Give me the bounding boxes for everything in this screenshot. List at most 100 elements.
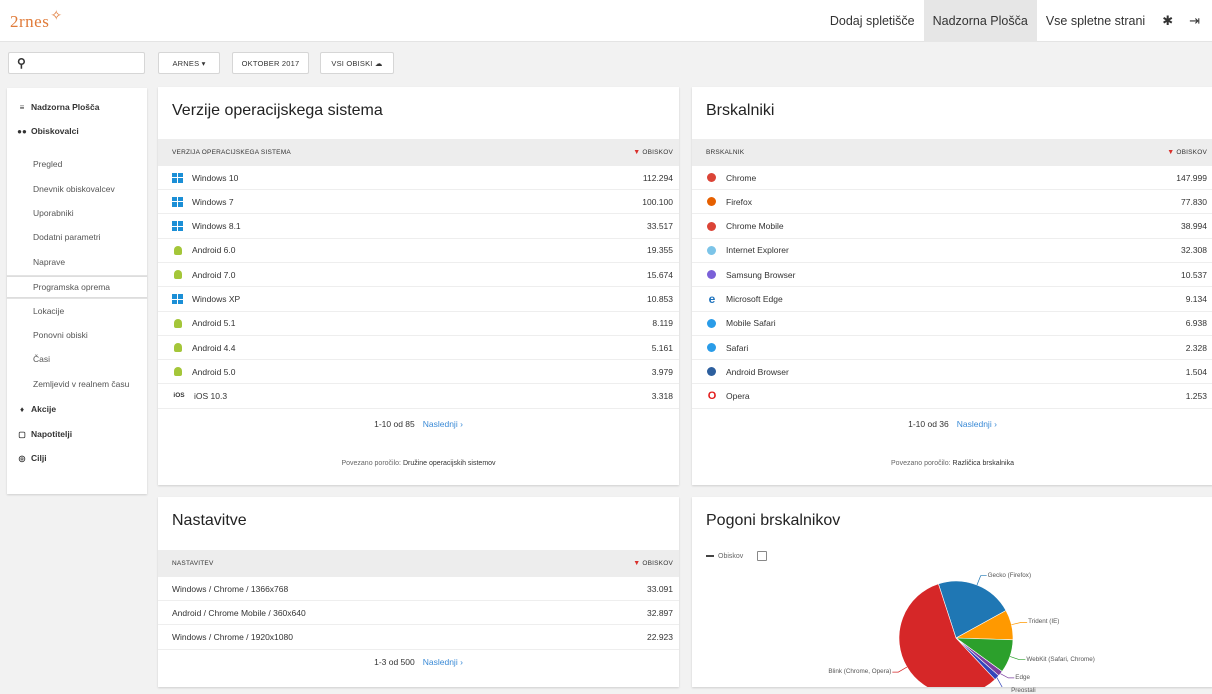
sidebar-item-realtime-map[interactable]: Zemljevid v realnem času (7, 374, 147, 394)
sidebar-item-overview[interactable]: Pregled (7, 154, 147, 174)
row-name: Windows 10 (192, 172, 239, 183)
browser-engines-card: Pogoni brskalnikov Obiskov Gecko (Firefo… (692, 497, 1212, 694)
segment-selector[interactable]: VSI OBISKI ☁ (320, 52, 394, 74)
row-value: 32.308 (1181, 245, 1207, 256)
site-selector[interactable]: ARNES ▾ (158, 52, 220, 74)
android-icon (174, 270, 182, 280)
sidebar-item-dashboard[interactable]: ≡ Nadzorna Plošča (7, 99, 147, 115)
related-report-prefix: Povezano poročilo: (341, 460, 401, 467)
row-value: 10.537 (1181, 269, 1207, 280)
logo[interactable]: 2rnes ✧ (10, 6, 63, 34)
table-row[interactable]: Android Browser 1.504 (692, 360, 1212, 385)
browsers-card: Brskalniki BRSKALNIK ▼ OBISKOV Chrome 147.… (692, 87, 1212, 485)
table-row[interactable]: Samsung Browser 10.537 (692, 263, 1212, 288)
sidebar-item-label: Akcije (31, 404, 57, 414)
row-label: Windows 7 (172, 196, 234, 207)
sidebar-item-custom-dimensions[interactable]: Dodatni parametri (7, 227, 147, 247)
table-row[interactable]: Windows 7 100.100 (158, 190, 679, 215)
table-row[interactable]: Chrome 147.999 (692, 166, 1212, 190)
row-value: 33.091 (647, 583, 673, 594)
search-input[interactable]: ⚲ (8, 52, 145, 74)
table-row[interactable]: Firefox 77.830 (692, 190, 1212, 215)
table-row[interactable]: Android / Chrome Mobile / 360x640 32.897 (158, 601, 679, 626)
column-header-label: OBISKOV (642, 149, 673, 156)
chrome-icon (707, 221, 716, 231)
column-header[interactable]: BRSKALNIK (706, 149, 744, 156)
row-value: 10.853 (647, 294, 673, 304)
sidebar-item-devices[interactable]: Naprave (7, 252, 147, 272)
pie-chart (892, 575, 1028, 687)
settings-card: Nastavitve NASTAVITEV ▼ OBISKOV Windows /… (158, 497, 679, 687)
sidebar-item-visitor-log[interactable]: Dnevnik obiskovalcev (7, 179, 147, 199)
table-row[interactable]: iOS iOS 10.3 3.318 (158, 385, 679, 409)
logo-star-icon: ✧ (50, 6, 63, 23)
table-row[interactable]: Windows / Chrome / 1366x768 33.091 (158, 577, 679, 601)
row-label: Android 7.0 (172, 270, 235, 280)
logout-icon[interactable]: ⇥ (1181, 0, 1212, 42)
row-label: Firefox (706, 197, 752, 207)
row-name: Android 5.0 (192, 366, 236, 377)
sidebar-item-label: Obiskovalci (31, 126, 79, 136)
sidebar-item-actions[interactable]: ♦ Akcije (7, 401, 147, 417)
table-row[interactable]: Android 5.1 8.119 (158, 312, 679, 336)
row-name: Opera (726, 391, 750, 402)
table-row[interactable]: e Microsoft Edge 9.134 (692, 288, 1212, 312)
top-nav: Dodaj spletišče Nadzorna Plošča Vse sple… (821, 0, 1212, 42)
sidebar-item-visitors[interactable]: ●● Obiskovalci (7, 123, 147, 139)
table-row[interactable]: Android 7.0 15.674 (158, 263, 679, 288)
period-selector[interactable]: OKTOBER 2017 (232, 52, 309, 74)
row-name: Android 4.4 (192, 342, 236, 353)
row-name: Chrome Mobile (726, 221, 784, 232)
related-report-link[interactable]: Različica brskalnika (953, 460, 1014, 467)
sidebar-item-times[interactable]: Časi (7, 349, 147, 369)
table-row[interactable]: Mobile Safari 6.938 (692, 312, 1212, 336)
related-report-link[interactable]: Družine operacijskih sistemov (403, 460, 496, 467)
sidebar-item-label: Nadzorna Plošča (31, 102, 100, 112)
row-value: 1.253 (1185, 391, 1207, 402)
gear-icon[interactable]: ✱ (1154, 0, 1181, 42)
column-header[interactable]: NASTAVITEV (172, 560, 214, 567)
next-page-link[interactable]: Naslednji › (957, 419, 997, 429)
table-row[interactable]: Windows XP 10.853 (158, 288, 679, 312)
nav-dashboard[interactable]: Nadzorna Plošča (923, 0, 1037, 42)
table-row[interactable]: Windows 10 112.294 (158, 166, 679, 190)
row-value: 5.161 (651, 342, 673, 353)
table-row[interactable]: Android 4.4 5.161 (158, 336, 679, 361)
next-page-link[interactable]: Naslednji › (423, 419, 463, 429)
table-row[interactable]: O Opera 1.253 (692, 385, 1212, 409)
sidebar-item-users[interactable]: Uporabniki (7, 203, 147, 223)
table-row[interactable]: Windows 8.1 33.517 (158, 215, 679, 239)
table-row[interactable]: Internet Explorer 32.308 (692, 239, 1212, 263)
sidebar-item-goals[interactable]: ◎ Cilji (7, 450, 147, 466)
row-value: 3.979 (651, 366, 673, 377)
table-row[interactable]: Android 5.0 3.979 (158, 360, 679, 385)
pie-label: Blink (Chrome, Opera) (828, 668, 892, 676)
sort-column-header[interactable]: ▼ OBISKOV (1167, 149, 1207, 156)
table-row[interactable]: Chrome Mobile 38.994 (692, 215, 1212, 239)
referrers-icon: ▢ (18, 429, 26, 439)
table-row[interactable]: Android 6.0 19.355 (158, 239, 679, 263)
row-name: Android 6.0 (192, 245, 236, 256)
table-row[interactable]: Windows / Chrome / 1920x1080 22.923 (158, 626, 679, 650)
pie-label: Gecko (Firefox) (987, 571, 1032, 579)
row-name: Windows 8.1 (192, 221, 241, 232)
android-icon (174, 245, 182, 255)
sidebar-item-software[interactable]: Programska oprema (7, 276, 147, 298)
sidebar-item-referrers[interactable]: ▢ Napotitelji (7, 426, 147, 442)
nav-add-site[interactable]: Dodaj spletišče (821, 0, 924, 42)
column-header[interactable]: VERZIJA OPERACIJSKEGA SISTEMA (172, 149, 291, 156)
table-row[interactable]: Safari 2.328 (692, 336, 1212, 361)
sidebar-item-locations[interactable]: Lokacije (7, 301, 147, 321)
row-label: Windows XP (172, 294, 240, 304)
sidebar: ≡ Nadzorna Plošča ●● Obiskovalci Pregled… (7, 88, 147, 494)
row-value: 6.938 (1185, 318, 1207, 329)
pie-label-line (996, 677, 1003, 687)
nav-all-websites[interactable]: Vse spletne strani (1037, 0, 1154, 42)
next-page-link[interactable]: Naslednji › (423, 657, 463, 667)
sort-column-header[interactable]: ▼ OBISKOV (633, 560, 673, 567)
row-label: Android 4.4 (172, 343, 235, 353)
sort-column-header[interactable]: ▼ OBISKOV (633, 149, 673, 156)
sidebar-item-engagement[interactable]: Ponovni obiski (7, 325, 147, 345)
row-name: Firefox (726, 196, 752, 207)
row-name: iOS 10.3 (194, 391, 228, 402)
